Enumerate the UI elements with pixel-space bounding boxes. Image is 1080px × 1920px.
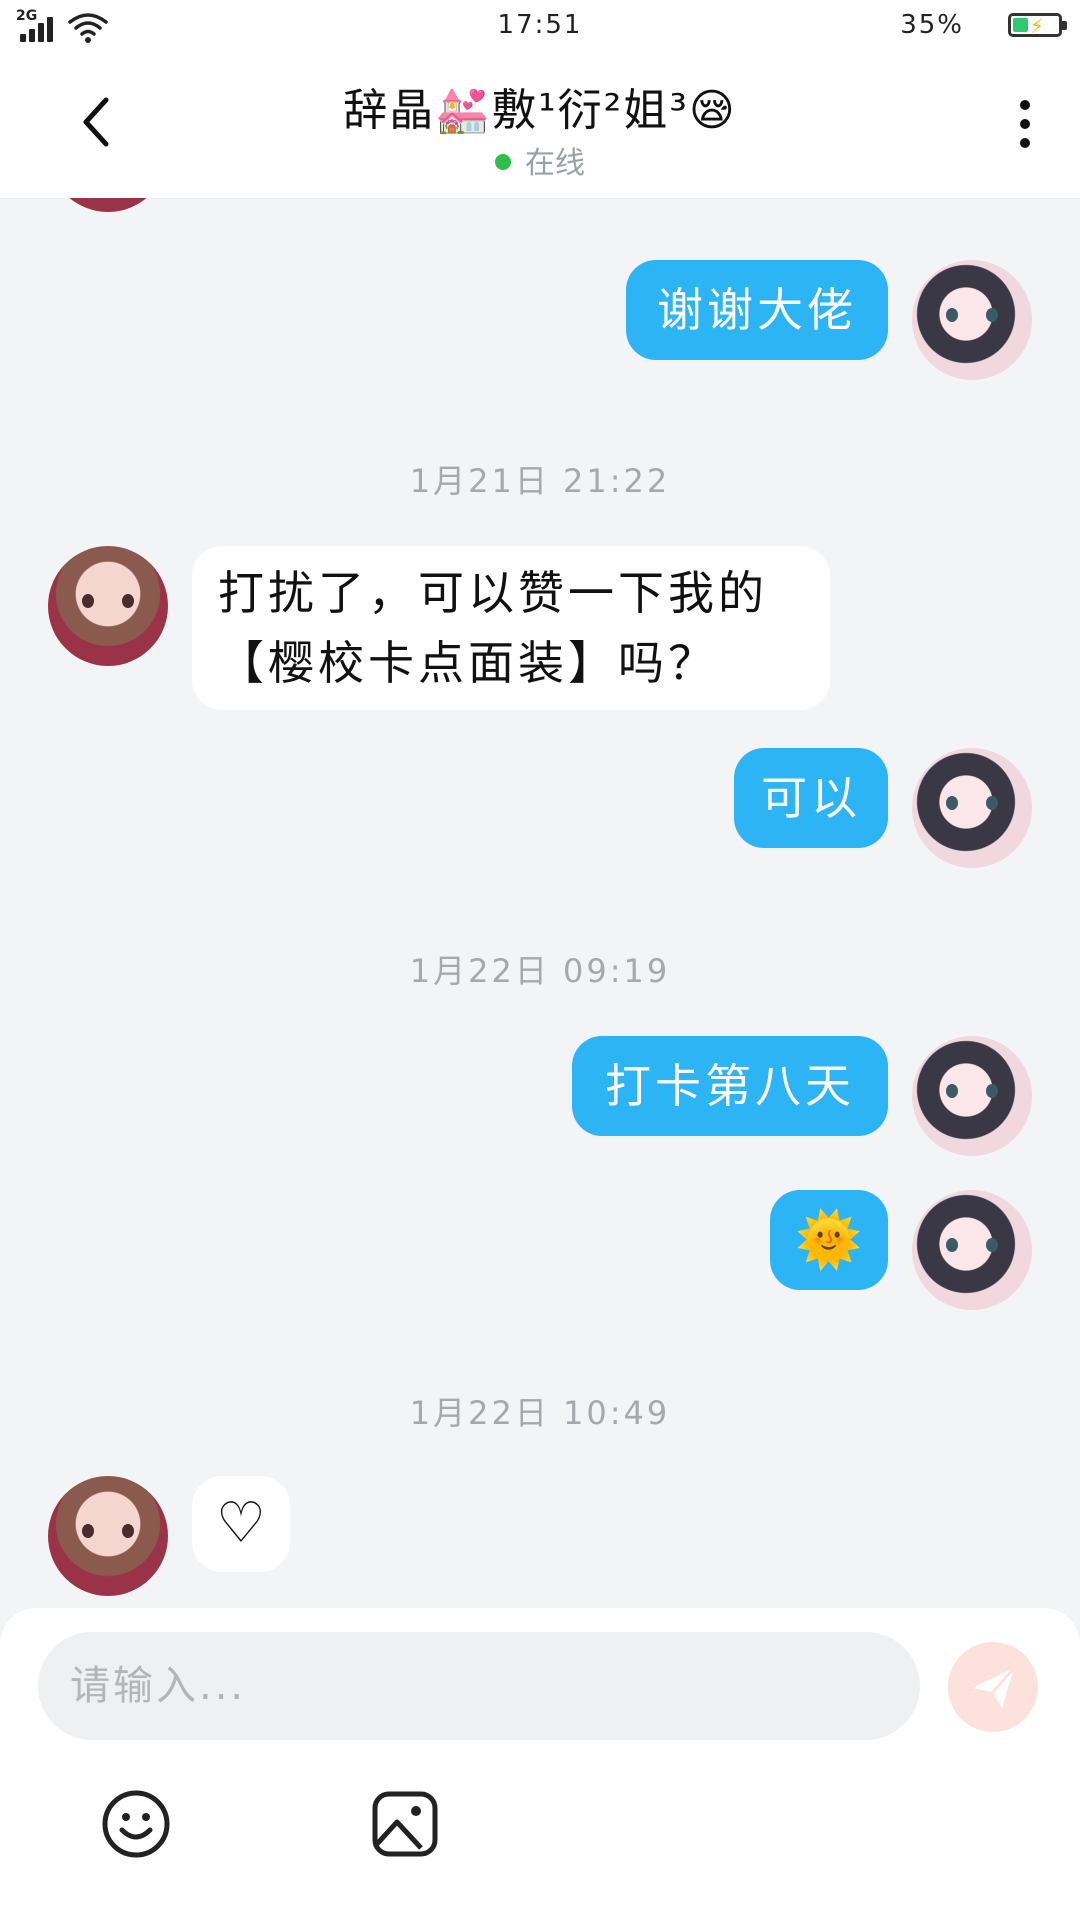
message-bubble-in[interactable]: ♡ bbox=[192, 1476, 290, 1572]
chat-header: 辞晶💒敷¹衍²姐³😪 在线 bbox=[0, 52, 1080, 199]
message-line: 打扰了，可以赞一下我的 bbox=[218, 566, 768, 620]
contact-name[interactable]: 辞晶💒敷¹衍²姐³😪 bbox=[0, 74, 1080, 138]
message-input[interactable] bbox=[38, 1632, 920, 1740]
my-avatar[interactable] bbox=[912, 260, 1032, 380]
presence-label: 在线 bbox=[525, 146, 585, 181]
composer-bar bbox=[0, 1608, 1080, 1920]
timestamp: 1月22日 10:49 bbox=[409, 1394, 671, 1432]
message-bubble-out[interactable]: 谢谢大佬 bbox=[626, 260, 888, 360]
send-icon bbox=[972, 1667, 1016, 1708]
online-dot-icon bbox=[495, 153, 511, 170]
battery-percent: 35% bbox=[900, 10, 964, 40]
timestamp: 1月21日 21:22 bbox=[409, 462, 671, 500]
send-button[interactable] bbox=[948, 1642, 1038, 1732]
image-icon[interactable] bbox=[369, 1788, 441, 1860]
my-avatar[interactable] bbox=[912, 1036, 1032, 1156]
message-bubble-out[interactable]: 可以 bbox=[734, 748, 888, 848]
message-bubble-out[interactable]: 🌞 bbox=[770, 1190, 888, 1290]
presence-status: 在线 bbox=[0, 138, 1080, 182]
emoji-icon[interactable] bbox=[100, 1788, 172, 1860]
more-options-button[interactable] bbox=[1004, 94, 1044, 154]
friend-avatar[interactable] bbox=[48, 546, 168, 666]
status-bar: 2G 17:51 35% ⚡ bbox=[0, 0, 1080, 52]
message-bubble-in[interactable]: 打扰了，可以赞一下我的 【樱校卡点面装】吗？ bbox=[192, 546, 830, 710]
friend-avatar[interactable] bbox=[48, 198, 168, 212]
friend-avatar[interactable] bbox=[48, 1476, 168, 1596]
message-list[interactable]: 谢谢大佬 1月21日 21:22 打扰了，可以赞一下我的 【樱校卡点面装】吗？ … bbox=[0, 198, 1080, 1608]
message-bubble-out[interactable]: 打卡第八天 bbox=[572, 1036, 888, 1136]
my-avatar[interactable] bbox=[912, 1190, 1032, 1310]
timestamp: 1月22日 09:19 bbox=[409, 952, 671, 990]
message-line: 【樱校卡点面装】吗？ bbox=[218, 636, 718, 690]
battery-icon: ⚡ bbox=[1008, 13, 1067, 38]
my-avatar[interactable] bbox=[912, 748, 1032, 868]
